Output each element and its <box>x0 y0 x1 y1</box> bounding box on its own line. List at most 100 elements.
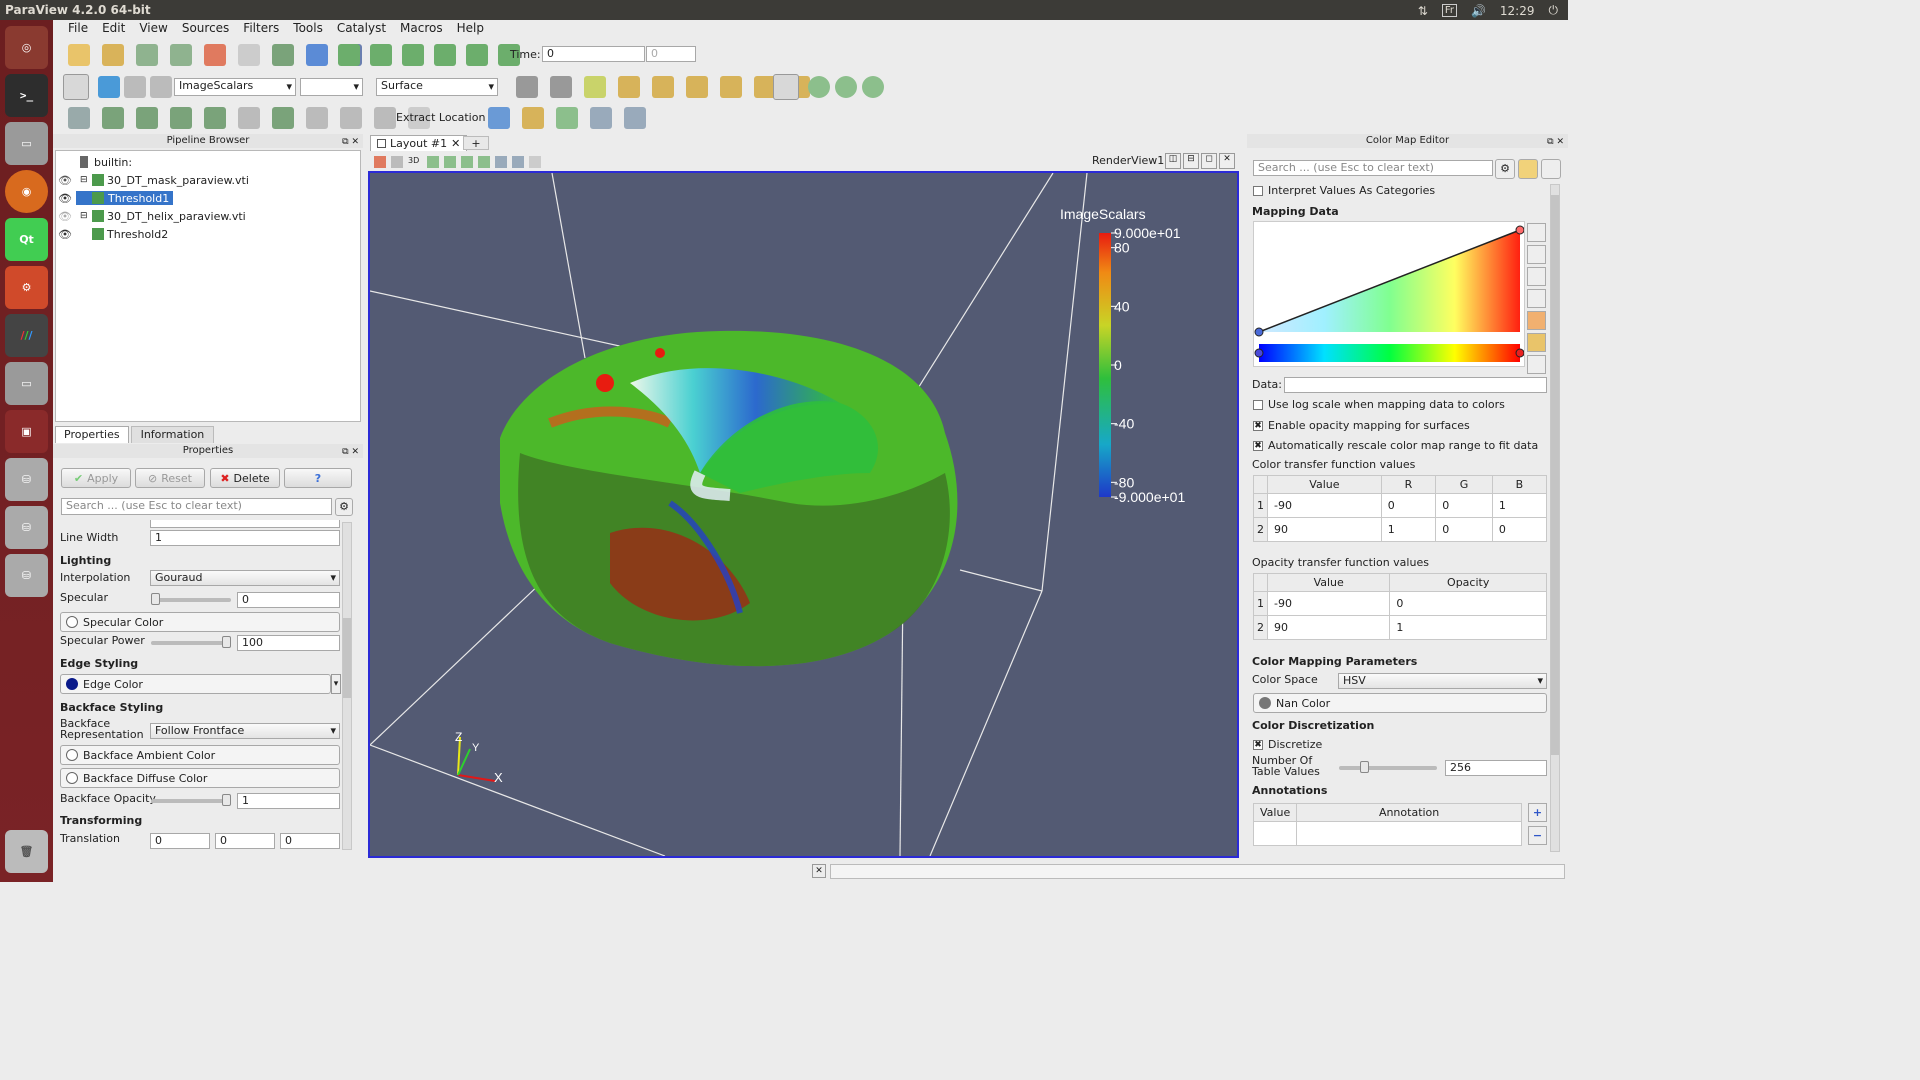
data-value-input[interactable] <box>1284 377 1547 393</box>
apply-button[interactable]: ✔ Apply <box>61 468 131 488</box>
redo-icon[interactable] <box>238 44 260 66</box>
table-cell[interactable]: 1 <box>1491 493 1548 518</box>
delete-button[interactable]: ✖ Delete <box>210 468 280 488</box>
tab-layout-1[interactable]: Layout #1 ✕ <box>370 135 468 151</box>
backface-diffuse-color-button[interactable]: Backface Diffuse Color <box>60 768 340 788</box>
color-space-select[interactable]: HSV ▾ <box>1338 673 1547 689</box>
close-view-icon[interactable]: ✕ <box>1219 153 1235 169</box>
toggle-color-legend-icon[interactable] <box>63 74 89 100</box>
table-cell[interactable]: 0 <box>1380 493 1437 518</box>
menu-help[interactable]: Help <box>450 20 491 38</box>
line-width-input[interactable]: 1 <box>150 530 340 546</box>
eye-icon[interactable]: 👁 <box>58 174 72 187</box>
column-header[interactable]: B <box>1491 475 1548 494</box>
column-header[interactable]: Value <box>1266 573 1391 592</box>
files-icon[interactable]: ▭ <box>5 122 48 165</box>
menu-file[interactable]: File <box>61 20 95 38</box>
zoom-to-data-icon[interactable] <box>550 76 572 98</box>
undo-icon[interactable] <box>204 44 226 66</box>
next-frame-icon[interactable] <box>434 44 456 66</box>
tree-item-helix[interactable]: 👁 ⊟ 30_DT_helix_paraview.vti <box>58 207 246 225</box>
specular-power-slider-handle[interactable] <box>222 636 231 648</box>
status-close-icon[interactable]: ✕ <box>812 864 826 878</box>
rescale-to-data-icon[interactable] <box>1527 223 1546 242</box>
menu-sources[interactable]: Sources <box>175 20 236 38</box>
scrollbar-thumb[interactable] <box>343 618 351 698</box>
probe-icon[interactable] <box>624 107 646 129</box>
discretize-checkbox[interactable]: ✖ Discretize <box>1253 738 1322 751</box>
select-frustum-points-icon[interactable] <box>478 156 490 168</box>
slice-icon[interactable] <box>170 107 192 129</box>
menu-catalyst[interactable]: Catalyst <box>330 20 393 38</box>
color-legend-toggle-icon[interactable] <box>1518 159 1538 179</box>
table-cell[interactable]: -90 <box>1266 591 1391 616</box>
tab-information[interactable]: Information <box>130 426 215 443</box>
first-frame-icon[interactable] <box>338 44 360 66</box>
calculator-icon[interactable] <box>68 107 90 129</box>
interpolation-select[interactable]: Gouraud ▾ <box>150 570 340 586</box>
specular-color-button[interactable]: Specular Color <box>60 612 340 632</box>
volume-icon[interactable]: 🔊 <box>1471 4 1486 18</box>
clock[interactable]: 12:29 <box>1500 4 1535 18</box>
remove-annotation-icon[interactable]: − <box>1528 826 1547 845</box>
num-table-values-input[interactable]: 256 <box>1445 760 1547 776</box>
select-polygon-icon[interactable] <box>495 156 507 168</box>
firefox-icon[interactable]: ◉ <box>5 170 48 213</box>
table-cell[interactable]: 90 <box>1267 517 1382 542</box>
column-header[interactable]: Value <box>1252 803 1298 822</box>
rescale-custom-icon[interactable] <box>150 76 172 98</box>
save-to-preset-icon[interactable] <box>1527 333 1546 352</box>
column-header[interactable]: Annotation <box>1296 803 1522 822</box>
cme-scrollbar[interactable] <box>1550 184 1560 852</box>
component-select[interactable]: ▾ <box>300 78 363 96</box>
opacity-control-point[interactable] <box>1515 225 1524 235</box>
edge-color-button[interactable]: Edge Color <box>60 674 331 694</box>
translation-x-input[interactable]: 0 <box>150 833 210 849</box>
table-cell[interactable]: 1 <box>1389 615 1547 640</box>
3d-mode-icon[interactable]: 3D <box>408 156 422 168</box>
add-annotation-icon[interactable]: + <box>1528 803 1547 822</box>
backface-opacity-slider[interactable] <box>151 799 231 803</box>
time-step-spinbox[interactable]: 0 <box>646 46 696 62</box>
table-cell[interactable]: -90 <box>1267 493 1382 518</box>
translation-z-input[interactable]: 0 <box>280 833 340 849</box>
table-cell[interactable]: 0 <box>1491 517 1548 542</box>
power-icon[interactable]: ⏻ <box>1549 3 1559 18</box>
paraview-icon[interactable]: / / / <box>5 314 48 357</box>
qt-creator-icon[interactable]: Qt <box>5 218 48 261</box>
plot-selection-icon[interactable] <box>522 107 544 129</box>
table-cell[interactable]: 0 <box>1435 517 1493 542</box>
panel-float-close-icon[interactable]: ⧉ ✕ <box>342 445 359 459</box>
select-surface-points-icon[interactable] <box>444 156 456 168</box>
group-datasets-icon[interactable] <box>374 107 396 129</box>
time-input[interactable]: 0 <box>542 46 645 62</box>
view-minus-x-icon[interactable] <box>652 76 674 98</box>
drive-icon-1[interactable]: ⛁ <box>5 458 48 501</box>
color-by-select[interactable]: ImageScalars ▾ <box>174 78 296 96</box>
specular-slider[interactable] <box>151 598 231 602</box>
capture-screenshot-icon[interactable] <box>374 156 386 168</box>
zoom-to-box-icon[interactable] <box>584 76 606 98</box>
rescale-temporal-icon[interactable] <box>1527 267 1546 286</box>
trash-icon[interactable]: 🗑 <box>5 830 48 873</box>
tree-root[interactable]: builtin: <box>80 153 132 171</box>
eye-icon[interactable]: 👁 <box>58 228 72 241</box>
save-state-icon[interactable] <box>170 44 192 66</box>
render-view[interactable]: ImageScalars 9.000e+01 80 40 0 -40 -80 -9.000e… <box>368 171 1239 858</box>
select-cells-icon[interactable] <box>488 107 510 129</box>
extract-location-label[interactable]: Extract Location <box>396 111 485 124</box>
interpret-categories-checkbox[interactable]: Interpret Values As Categories <box>1253 184 1435 197</box>
contour-icon[interactable] <box>102 107 124 129</box>
menu-filters[interactable]: Filters <box>236 20 286 38</box>
close-icon[interactable]: ✕ <box>451 137 460 150</box>
nan-color-button[interactable]: Nan Color <box>1253 693 1547 713</box>
tree-item-mask[interactable]: 👁 ⊟ 30_DT_mask_paraview.vti <box>58 171 249 189</box>
split-horizontal-icon[interactable]: ◫ <box>1165 153 1181 169</box>
select-frustum-cells-icon[interactable] <box>461 156 473 168</box>
drive-icon-3[interactable]: ⛁ <box>5 554 48 597</box>
add-layout-tab[interactable]: + <box>463 136 489 150</box>
dash-icon[interactable]: ◎ <box>5 26 48 69</box>
eye-icon[interactable]: 👁 <box>58 210 72 223</box>
help-button[interactable]: ? <box>284 468 352 488</box>
properties-scrollbar[interactable] <box>342 522 352 850</box>
